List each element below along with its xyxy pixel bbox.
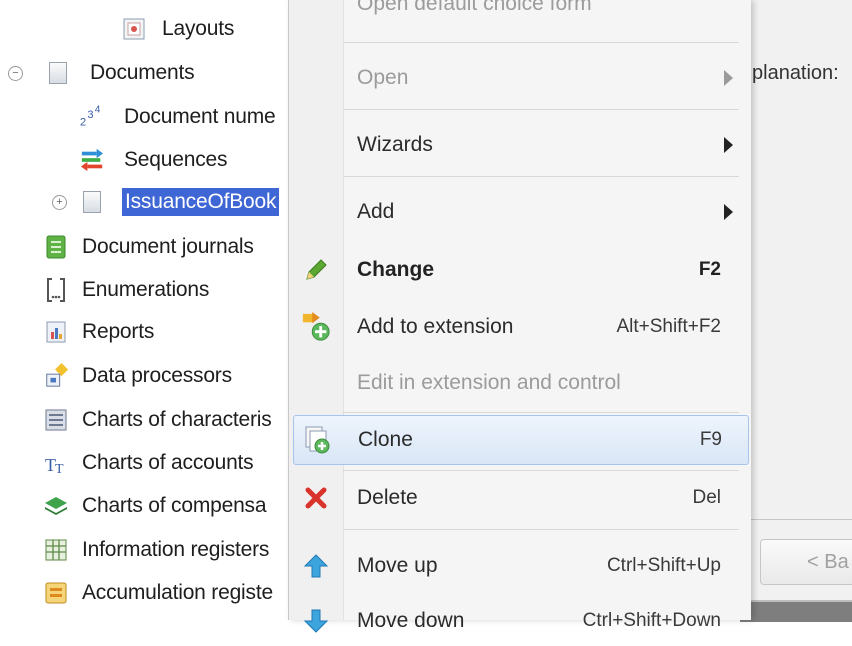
document-icon: [80, 190, 104, 214]
menu-item-label: Move up: [357, 554, 438, 577]
menu-item-label: Move down: [357, 609, 465, 632]
shortcut-label: F9: [699, 429, 722, 450]
tree-item-label: Reports: [82, 320, 155, 343]
menu-item-label: Add to extension: [357, 315, 514, 338]
chart-of-accounts-icon: TT: [44, 451, 68, 475]
menu-item-label: Clone: [358, 428, 413, 451]
menu-item-wizards[interactable]: Wizards: [289, 120, 751, 170]
shortcut-label: Alt+Shift+F2: [616, 316, 721, 337]
add-to-extension-icon: [301, 312, 331, 342]
tree-item-label: Document journals: [82, 235, 254, 258]
tree-item-charts-of-compensation[interactable]: Charts of compensa: [44, 487, 267, 525]
menu-item-label: Add: [357, 200, 395, 223]
tree-item-layouts[interactable]: Layouts: [122, 10, 234, 48]
sequences-icon: [80, 148, 104, 172]
properties-panel: [740, 0, 852, 620]
data-processor-icon: [44, 363, 68, 388]
tree-item-label: Layouts: [162, 17, 235, 40]
information-register-icon: [44, 538, 68, 562]
expand-toggle[interactable]: +: [52, 195, 67, 210]
shortcut-label: Ctrl+Shift+Down: [582, 610, 721, 631]
svg-text:T: T: [55, 462, 64, 475]
tree-item-label: Documents: [90, 61, 195, 84]
submenu-arrow-icon: [724, 137, 733, 153]
tree-item-label: Sequences: [124, 148, 228, 171]
move-up-icon: [301, 551, 331, 581]
chart-of-characteristics-icon: [44, 408, 68, 432]
menu-separator: [343, 42, 739, 43]
menu-item-label: Delete: [357, 486, 418, 509]
tree-item-label-selected: IssuanceOfBook: [122, 188, 280, 216]
svg-text:3: 3: [87, 109, 93, 121]
report-icon: [44, 320, 68, 344]
chart-of-compensation-icon: [44, 494, 68, 518]
tree-item-label: Accumulation registe: [82, 581, 273, 604]
tree-item-label: Charts of characteris: [82, 408, 272, 431]
tree-item-enumerations[interactable]: Enumerations: [44, 271, 209, 309]
tree-item-charts-of-accounts[interactable]: TT Charts of accounts: [44, 444, 254, 482]
svg-text:4: 4: [95, 104, 101, 115]
bottom-bar: [740, 600, 852, 622]
tree-item-accumulation-registers[interactable]: Accumulation registe: [44, 574, 273, 612]
delete-x-icon: [301, 483, 331, 513]
explanation-label: planation:: [752, 62, 839, 84]
tree-item-label: Document nume: [124, 105, 276, 128]
accumulation-register-icon: [44, 581, 68, 605]
tree-item-label: Information registers: [82, 538, 270, 561]
menu-item-label: Edit in extension and control: [357, 371, 621, 394]
menu-item-label: Open: [357, 66, 409, 89]
metadata-tree: Layouts − Documents 234 Document nume Se…: [0, 0, 300, 620]
menu-item-edit-in-extension-and-control[interactable]: Edit in extension and control: [289, 358, 751, 408]
menu-separator: [343, 109, 739, 110]
numbering-icon: 234: [80, 104, 104, 129]
shortcut-label: Ctrl+Shift+Up: [606, 555, 721, 576]
tree-item-data-processors[interactable]: Data processors: [44, 357, 232, 395]
tree-item-label: Enumerations: [82, 278, 210, 301]
tree-item-charts-of-characteristics[interactable]: Charts of characteris: [44, 401, 272, 439]
tree-item-label: Charts of compensa: [82, 494, 267, 517]
tree-item-information-registers[interactable]: Information registers: [44, 531, 269, 569]
back-button[interactable]: < Ba: [760, 539, 852, 585]
shortcut-label: Del: [692, 487, 721, 508]
menu-item-label: Change: [357, 258, 435, 281]
tree-item-label: Data processors: [82, 364, 232, 387]
tree-item-sequences[interactable]: Sequences: [80, 141, 227, 179]
tree-item-reports[interactable]: Reports: [44, 313, 154, 351]
menu-item-change[interactable]: Change F2: [289, 245, 751, 295]
tree-item-document-journals[interactable]: Document journals: [44, 228, 254, 266]
menu-item-add-to-extension[interactable]: Add to extension Alt+Shift+F2: [289, 302, 751, 352]
menu-separator: [343, 529, 739, 530]
menu-separator: [343, 176, 739, 177]
move-down-icon: [301, 606, 331, 636]
menu-item-label: Wizards: [357, 133, 433, 156]
clone-icon: [302, 425, 332, 455]
document-icon: [46, 61, 70, 85]
collapse-toggle[interactable]: −: [8, 66, 23, 81]
journal-icon: [44, 235, 68, 259]
svg-text:2: 2: [80, 116, 86, 128]
tree-item-label: Charts of accounts: [82, 451, 254, 474]
pencil-icon: [301, 255, 331, 285]
menu-item-open-default-choice-form[interactable]: Open default choice form: [357, 0, 592, 16]
tree-item-issuanceofbook[interactable]: IssuanceOfBook: [80, 183, 280, 221]
tree-item-documents[interactable]: Documents: [46, 54, 195, 92]
menu-separator: [343, 412, 739, 413]
submenu-arrow-icon: [724, 204, 733, 220]
menu-separator: [343, 470, 739, 471]
shortcut-label: F2: [698, 259, 721, 280]
menu-item-move-up[interactable]: Move up Ctrl+Shift+Up: [289, 541, 751, 591]
panel-divider: [740, 519, 852, 520]
menu-item-clone[interactable]: Clone F9: [293, 415, 749, 465]
submenu-arrow-icon: [724, 70, 733, 86]
menu-item-open[interactable]: Open: [289, 53, 751, 103]
menu-item-move-down[interactable]: Move down Ctrl+Shift+Down: [289, 596, 751, 646]
menu-item-add[interactable]: Add: [289, 187, 751, 237]
context-menu: Open default choice form Open Wizards Ad…: [288, 0, 751, 633]
layout-icon: [122, 17, 146, 41]
enumeration-icon: [44, 278, 68, 302]
menu-item-delete[interactable]: Delete Del: [289, 473, 751, 523]
tree-item-document-numerators[interactable]: 234 Document nume: [80, 98, 276, 136]
